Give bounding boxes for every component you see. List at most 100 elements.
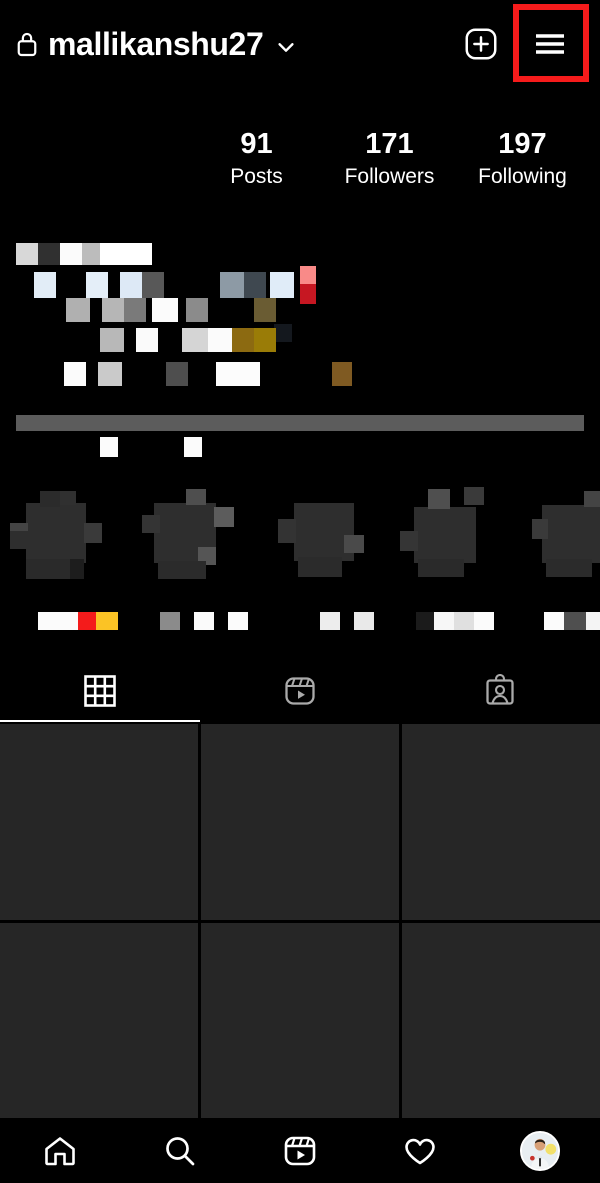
bio-pixel-block	[182, 328, 208, 352]
bio-pixel-block	[254, 328, 276, 352]
highlight-label-pixel-block	[544, 612, 564, 630]
story-highlight-thumbnail	[274, 485, 399, 590]
nav-reels[interactable]	[240, 1133, 360, 1169]
highlight-pixel-block	[464, 487, 484, 505]
tab-tagged[interactable]	[400, 660, 600, 722]
header-actions	[462, 16, 584, 72]
highlight-pixel-block	[158, 561, 206, 579]
bio-pixel-block	[142, 272, 164, 298]
profile-username: mallikanshu27	[48, 26, 264, 62]
highlight-label-pixel-block	[564, 612, 586, 630]
stat-followers-value: 171	[365, 128, 414, 160]
lock-icon	[16, 31, 38, 57]
highlight-label-pixel-block	[416, 612, 434, 630]
post-grid-cell[interactable]	[0, 922, 198, 1118]
stat-following-value: 197	[498, 128, 547, 160]
highlight-label-pixel-block	[228, 612, 248, 630]
highlight-pixel-block	[278, 519, 296, 543]
bio-pixel-block	[186, 298, 208, 322]
profile-bio-censored	[0, 240, 600, 390]
bio-pixel-block	[208, 328, 234, 352]
nav-profile[interactable]	[480, 1131, 600, 1171]
bio-pixel-block	[100, 243, 152, 265]
highlight-label-pixel-block	[78, 612, 96, 630]
bio-pixel-block	[274, 324, 292, 342]
nav-activity[interactable]	[360, 1133, 480, 1169]
tab-grid[interactable]	[0, 660, 200, 722]
tagged-icon	[483, 674, 517, 708]
heart-icon	[402, 1133, 438, 1169]
tab-reels[interactable]	[200, 660, 400, 722]
highlight-pixel-block	[26, 503, 86, 563]
grid-icon	[83, 674, 117, 708]
highlight-label-pixel-block	[454, 612, 474, 630]
highlight-label-pixel-block	[434, 612, 454, 630]
post-grid-cell[interactable]	[201, 724, 399, 920]
stat-followers[interactable]: 171 Followers	[323, 128, 456, 193]
post-grid-cell[interactable]	[0, 724, 198, 920]
bio-pixel-block	[244, 272, 266, 298]
highlight-pixel-block	[60, 491, 76, 505]
search-icon	[162, 1133, 198, 1169]
edit-bar-pixel-block	[100, 437, 118, 457]
highlight-pixel-block	[400, 531, 418, 551]
highlight-pixel-block	[418, 559, 464, 577]
story-highlight-thumbnail	[532, 485, 600, 590]
profile-header: mallikanshu27	[0, 0, 600, 88]
highlight-label-pixel-block	[586, 612, 600, 630]
highlight-pixel-block	[428, 489, 450, 509]
bio-pixel-block	[166, 362, 188, 386]
bio-pixel-block	[232, 328, 254, 352]
bio-pixel-block	[98, 362, 122, 386]
reels-icon	[282, 1133, 318, 1169]
reels-icon	[283, 674, 317, 708]
story-highlight-item[interactable]	[8, 485, 143, 640]
highlight-pixel-block	[298, 557, 342, 577]
nav-home[interactable]	[0, 1133, 120, 1169]
highlight-pixel-block	[142, 515, 160, 533]
bio-pixel-block	[38, 243, 60, 265]
post-grid-cell[interactable]	[402, 724, 600, 920]
stat-following-label: Following	[478, 165, 567, 189]
highlight-label-pixel-block	[96, 612, 118, 630]
highlight-pixel-block	[40, 491, 60, 507]
bio-pixel-block	[60, 243, 82, 265]
story-highlight-thumbnail	[400, 485, 525, 590]
nav-search[interactable]	[120, 1133, 240, 1169]
highlight-pixel-block	[70, 559, 84, 579]
chevron-down-icon[interactable]	[273, 30, 297, 58]
bio-pixel-block	[220, 272, 244, 298]
hamburger-menu-icon[interactable]	[522, 16, 578, 72]
story-highlight-item[interactable]	[532, 485, 600, 640]
bio-pixel-block	[216, 362, 260, 386]
bio-pixel-block	[102, 298, 124, 322]
post-grid-cell[interactable]	[402, 922, 600, 1118]
bio-pixel-block	[254, 298, 276, 322]
bio-pixel-block	[64, 362, 86, 386]
bio-pixel-block	[300, 266, 316, 284]
highlight-pixel-block	[584, 491, 600, 507]
bio-pixel-block	[300, 284, 316, 304]
bio-pixel-block	[136, 328, 158, 352]
highlight-label-pixel-block	[354, 612, 374, 630]
edit-profile-button-censored[interactable]	[16, 415, 584, 431]
post-grid	[0, 724, 600, 1118]
instagram-profile-screen: mallikanshu27 91 Posts 171 Followers 197…	[0, 0, 600, 1183]
highlight-label-pixel-block	[474, 612, 494, 630]
active-tab-underline	[0, 720, 200, 722]
stat-posts[interactable]: 91 Posts	[190, 128, 323, 193]
username-area[interactable]: mallikanshu27	[16, 28, 297, 60]
story-highlight-item[interactable]	[400, 485, 535, 640]
stat-following[interactable]: 197 Following	[456, 128, 589, 193]
story-highlight-item[interactable]	[142, 485, 277, 640]
post-grid-cell[interactable]	[201, 922, 399, 1118]
highlight-pixel-block	[542, 505, 600, 563]
story-highlight-item[interactable]	[274, 485, 409, 640]
edit-bar-pixel-block	[184, 437, 202, 457]
profile-stats: 91 Posts 171 Followers 197 Following	[190, 128, 600, 193]
bio-pixel-block	[16, 243, 38, 265]
bio-pixel-block	[86, 272, 108, 298]
highlight-pixel-block	[546, 559, 592, 577]
plus-square-icon[interactable]	[462, 25, 500, 63]
bio-pixel-block	[124, 298, 146, 322]
